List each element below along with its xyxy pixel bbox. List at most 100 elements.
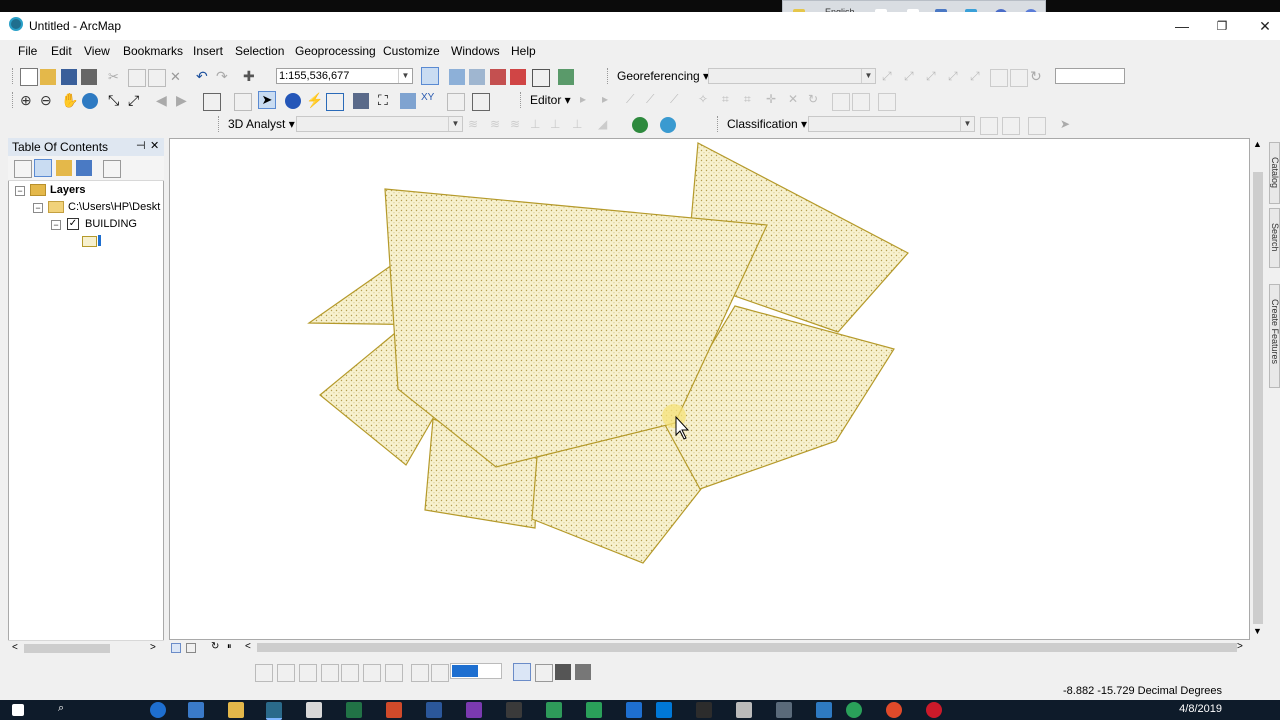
- scroll-left-icon[interactable]: <: [245, 641, 251, 652]
- training-sample-manager-icon[interactable]: [980, 117, 998, 135]
- polygon-symbol-swatch[interactable]: [82, 236, 97, 247]
- toolbar-grip[interactable]: [607, 68, 611, 84]
- link-table-icon[interactable]: [1010, 69, 1028, 87]
- identify-icon[interactable]: [285, 93, 301, 109]
- table-of-contents-icon[interactable]: [449, 69, 465, 85]
- interpolate-line-icon[interactable]: ⊥: [550, 117, 566, 133]
- search-window-icon[interactable]: [490, 69, 506, 85]
- chevron-down-icon[interactable]: ▼: [960, 117, 974, 131]
- zoom-percent-combo[interactable]: [450, 663, 502, 679]
- app-icon[interactable]: [188, 702, 204, 718]
- powerpoint-icon[interactable]: [386, 702, 402, 718]
- scale-icon[interactable]: ⤢: [926, 69, 942, 85]
- fixed-zoom-in-icon[interactable]: ⤡: [108, 92, 124, 108]
- georef-layer-combo[interactable]: ▼: [708, 68, 876, 84]
- menu-selection[interactable]: Selection: [235, 44, 284, 58]
- collapse-folder-toggle[interactable]: −: [33, 203, 43, 213]
- fixed-zoom-in-page-icon[interactable]: [363, 664, 381, 682]
- draw-polygon-icon[interactable]: [1028, 117, 1046, 135]
- steepest-path-icon[interactable]: ≋: [490, 117, 506, 133]
- find-route-icon[interactable]: [400, 93, 416, 109]
- app-icon[interactable]: [626, 702, 642, 718]
- toolbar-grip[interactable]: [520, 92, 524, 108]
- interpolate-point-icon[interactable]: ⊥: [530, 117, 546, 133]
- minimize-button[interactable]: —: [1160, 14, 1204, 38]
- line-of-sight-icon[interactable]: ≋: [510, 117, 526, 133]
- arcmap-taskbar-icon[interactable]: [266, 702, 282, 720]
- scroll-thumb[interactable]: [257, 643, 1237, 652]
- add-control-points-icon[interactable]: ⤢: [948, 69, 964, 85]
- toolbar-grip[interactable]: [12, 68, 16, 84]
- view-link-table-icon[interactable]: ⤢: [970, 69, 986, 85]
- 3d-analyst-menu[interactable]: 3D Analyst ▾: [228, 117, 295, 131]
- rotate-icon[interactable]: ⤢: [882, 69, 898, 85]
- collapse-layer-toggle[interactable]: −: [51, 220, 61, 230]
- zoom-in-icon[interactable]: ⊕: [20, 92, 36, 108]
- cut-polygons-icon[interactable]: ⌗: [744, 92, 760, 108]
- layers-label[interactable]: Layers: [50, 184, 85, 196]
- catalog-window-icon[interactable]: [469, 69, 485, 85]
- create-features-tab-label[interactable]: Create Features: [1270, 299, 1280, 364]
- folder-path-label[interactable]: C:\Users\HP\Deskt: [68, 201, 160, 213]
- scroll-up-icon[interactable]: ▲: [1253, 139, 1262, 149]
- menu-insert[interactable]: Insert: [193, 44, 223, 58]
- find-binoculars-icon[interactable]: ⛶: [378, 92, 394, 108]
- map-display[interactable]: [169, 138, 1250, 640]
- map-scale-combo[interactable]: 1:155,536,677 ▼: [276, 68, 413, 84]
- zoom-100-icon[interactable]: [341, 664, 359, 682]
- taskbar-date[interactable]: 4/8/2019: [1179, 703, 1222, 715]
- copy-icon[interactable]: [128, 69, 146, 87]
- classification-layer-combo[interactable]: ▼: [808, 116, 975, 132]
- trace-icon[interactable]: ⟋: [670, 92, 686, 108]
- menu-file[interactable]: File: [18, 44, 37, 58]
- chrome-icon[interactable]: [846, 702, 862, 718]
- time-slider-icon[interactable]: [447, 93, 465, 111]
- menu-help[interactable]: Help: [511, 44, 536, 58]
- create-features-dock-tab[interactable]: Create Features: [1269, 284, 1280, 388]
- data-view-icon[interactable]: [171, 643, 181, 653]
- classification-menu[interactable]: Classification ▾: [727, 117, 807, 131]
- opera-icon[interactable]: [926, 702, 942, 718]
- toolbar-grip[interactable]: [717, 116, 721, 132]
- app-icon[interactable]: [816, 702, 832, 718]
- view-link-table-icon[interactable]: [990, 69, 1008, 87]
- firefox-icon[interactable]: [886, 702, 902, 718]
- next-extent-icon[interactable]: [431, 664, 449, 682]
- app-icon[interactable]: [736, 702, 752, 718]
- create-features-icon[interactable]: [878, 93, 896, 111]
- menu-view[interactable]: View: [84, 44, 110, 58]
- list-by-selection-icon[interactable]: [76, 160, 92, 176]
- menu-customize[interactable]: Customize: [383, 44, 440, 58]
- search-dock-tab[interactable]: Search: [1269, 208, 1280, 268]
- arctoolbox-icon[interactable]: [510, 69, 526, 85]
- windows-start-icon[interactable]: [12, 704, 24, 716]
- reshape-feature-icon[interactable]: ⌗: [722, 92, 738, 108]
- scroll-left-icon[interactable]: <: [12, 642, 18, 653]
- sketch-properties-icon[interactable]: [852, 93, 870, 111]
- chevron-down-icon[interactable]: ▼: [861, 69, 875, 83]
- edit-annotation-icon[interactable]: ▸: [602, 92, 618, 108]
- app-icon[interactable]: [696, 702, 712, 718]
- map-vertical-scrollbar[interactable]: ▲ ▼: [1250, 138, 1266, 640]
- scroll-down-icon[interactable]: ▼: [1253, 626, 1262, 636]
- building-layer-label[interactable]: BUILDING: [85, 218, 137, 230]
- reset-icon[interactable]: ↻: [1030, 68, 1046, 84]
- toggle-draft-mode-icon[interactable]: [513, 663, 531, 681]
- map-canvas[interactable]: [170, 139, 1249, 639]
- zoom-in-page-icon[interactable]: [255, 664, 273, 682]
- data-driven-pages-icon[interactable]: [575, 664, 591, 680]
- search-tab-label[interactable]: Search: [1270, 223, 1280, 252]
- search-icon[interactable]: ⌕: [58, 702, 74, 718]
- delete-icon[interactable]: ✕: [170, 69, 186, 85]
- scroll-thumb[interactable]: [1253, 172, 1263, 624]
- chevron-down-icon[interactable]: ▼: [448, 117, 462, 131]
- rotate-tool-icon[interactable]: ✕: [788, 92, 804, 108]
- catalog-dock-tab[interactable]: Catalog: [1269, 142, 1280, 204]
- fixed-zoom-out-icon[interactable]: ⤢: [128, 92, 144, 108]
- save-icon[interactable]: [61, 69, 77, 85]
- undo-icon[interactable]: ↶: [196, 68, 212, 84]
- pan-page-icon[interactable]: [299, 664, 317, 682]
- fixed-zoom-out-page-icon[interactable]: [385, 664, 403, 682]
- list-by-drawing-order-icon[interactable]: [14, 160, 32, 178]
- menu-windows[interactable]: Windows: [451, 44, 500, 58]
